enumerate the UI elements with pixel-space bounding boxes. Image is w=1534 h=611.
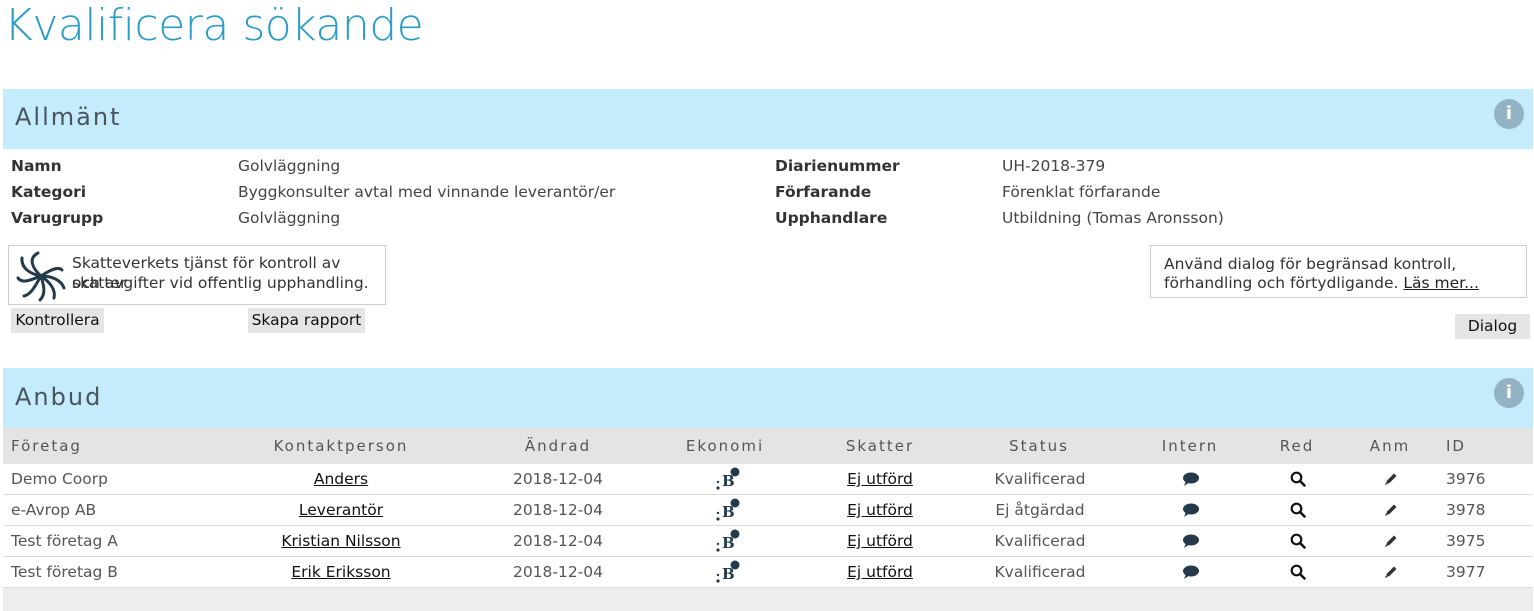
column-header-ekonomi[interactable]: Ekonomi — [686, 437, 764, 455]
andrad-cell: 2018-12-04 — [512, 532, 604, 550]
pencil-icon[interactable] — [1383, 471, 1399, 491]
kontaktperson-link[interactable]: Erik Eriksson — [291, 562, 390, 582]
pencil-icon[interactable] — [1383, 502, 1399, 522]
comment-icon[interactable] — [1182, 565, 1200, 584]
kontaktperson-link[interactable]: Anders — [314, 469, 368, 489]
foretag-cell: Demo Coorp — [11, 470, 108, 488]
las-mer-link[interactable]: Läs mer... — [1403, 274, 1479, 292]
kontaktperson-link[interactable]: Leverantör — [299, 500, 383, 520]
field-label-kategori: Kategori — [11, 183, 87, 201]
column-header-status[interactable]: Status — [1009, 437, 1069, 455]
field-value-kategori: Byggkonsulter avtal med vinnande leveran… — [238, 183, 616, 201]
pencil-icon[interactable] — [1383, 533, 1399, 553]
field-label-varugrupp: Varugrupp — [11, 209, 104, 227]
id-cell: 3978 — [1446, 501, 1486, 519]
foretag-cell: Test företag B — [11, 563, 118, 581]
info-icon[interactable]: i — [1494, 378, 1524, 408]
anbud-header: Anbud i — [3, 368, 1533, 428]
dialog-text-2: förhandling och förtydligande. — [1164, 274, 1399, 292]
info-icon[interactable]: i — [1494, 99, 1524, 129]
column-header-andrad[interactable]: Ändrad — [525, 437, 591, 455]
id-cell: 3977 — [1446, 563, 1486, 581]
field-value-upphandlare: Utbildning (Tomas Aronsson) — [1002, 209, 1224, 227]
bisnode-logo-icon[interactable]: B — [713, 498, 743, 526]
field-label-upphandlare: Upphandlare — [775, 209, 888, 227]
field-label-forfarande: Förfarande — [775, 183, 872, 201]
svg-text:B: B — [722, 565, 735, 583]
table-row: Test företag B Erik Eriksson 2018-12-04 … — [3, 557, 1533, 588]
field-label-diarienummer: Diarienummer — [775, 157, 900, 175]
pencil-icon[interactable] — [1383, 564, 1399, 584]
dialog-button[interactable]: Dialog — [1455, 314, 1530, 339]
andrad-cell: 2018-12-04 — [512, 563, 604, 581]
status-cell: Ej åtgärdad — [995, 501, 1085, 519]
comment-icon[interactable] — [1182, 534, 1200, 553]
search-icon[interactable] — [1290, 533, 1306, 553]
field-value-namn: Golvläggning — [238, 157, 341, 175]
table-row: Test företag A Kristian Nilsson 2018-12-… — [3, 526, 1533, 557]
kontrollera-button[interactable]: Kontrollera — [11, 308, 104, 333]
skatter-link[interactable]: Ej utförd — [847, 469, 913, 489]
svg-text:B: B — [722, 472, 735, 490]
column-header-skatter[interactable]: Skatter — [846, 437, 914, 455]
skatter-link[interactable]: Ej utförd — [847, 531, 913, 551]
search-icon[interactable] — [1290, 564, 1306, 584]
svg-text:B: B — [722, 503, 735, 521]
skatteverket-box: Skatteverkets tjänst för kontroll av ska… — [8, 245, 386, 305]
id-cell: 3975 — [1446, 532, 1486, 550]
bisnode-logo-icon[interactable]: B — [713, 467, 743, 495]
foretag-cell: e-Avrop AB — [11, 501, 97, 519]
page-title: Kvalificera sökande — [4, 0, 424, 51]
foretag-cell: Test företag A — [11, 532, 118, 550]
column-header-id[interactable]: ID — [1446, 437, 1466, 455]
allmant-header: Allmänt i — [3, 89, 1533, 149]
column-header-red[interactable]: Red — [1280, 437, 1315, 455]
id-cell: 3976 — [1446, 470, 1486, 488]
skapa-rapport-button[interactable]: Skapa rapport — [248, 308, 365, 333]
skatter-link[interactable]: Ej utförd — [847, 562, 913, 582]
anbud-title: Anbud — [15, 383, 103, 411]
comment-icon[interactable] — [1182, 472, 1200, 491]
column-header-kontaktperson[interactable]: Kontaktperson — [274, 437, 409, 455]
svg-text:B: B — [722, 534, 735, 552]
dialog-text-1: Använd dialog för begränsad kontroll, — [1164, 255, 1457, 273]
andrad-cell: 2018-12-04 — [512, 501, 604, 519]
field-value-diarienummer: UH-2018-379 — [1002, 157, 1106, 175]
status-cell: Kvalificerad — [994, 563, 1086, 581]
status-cell: Kvalificerad — [994, 532, 1086, 550]
andrad-cell: 2018-12-04 — [512, 470, 604, 488]
field-value-forfarande: Förenklat förfarande — [1002, 183, 1161, 201]
bisnode-logo-icon[interactable]: B — [713, 529, 743, 557]
search-icon[interactable] — [1290, 502, 1306, 522]
field-label-namn: Namn — [11, 157, 62, 175]
comment-icon[interactable] — [1182, 503, 1200, 522]
column-header-anm[interactable]: Anm — [1370, 437, 1410, 455]
skatter-link[interactable]: Ej utförd — [847, 500, 913, 520]
column-header-foretag[interactable]: Företag — [11, 437, 82, 455]
field-value-varugrupp: Golvläggning — [238, 209, 341, 227]
dialog-box: Använd dialog för begränsad kontroll, fö… — [1150, 245, 1527, 298]
bisnode-logo-icon[interactable]: B — [713, 560, 743, 588]
allmant-title: Allmänt — [15, 103, 122, 131]
table-row: e-Avrop AB Leverantör 2018-12-04 B Ej ut… — [3, 495, 1533, 526]
skatteverket-logo — [16, 251, 66, 302]
dialog-text-2-row: förhandling och förtydligande. Läs mer..… — [1164, 273, 1479, 293]
skatteverket-text-2: och avgifter vid offentlig upphandling. — [72, 274, 369, 292]
kontaktperson-link[interactable]: Kristian Nilsson — [281, 531, 400, 551]
search-icon[interactable] — [1290, 471, 1306, 491]
column-header-intern[interactable]: Intern — [1162, 437, 1218, 455]
status-cell: Kvalificerad — [994, 470, 1086, 488]
table-row: Demo Coorp Anders 2018-12-04 B Ej utförd… — [3, 464, 1533, 495]
table-header: Företag Kontaktperson Ändrad Ekonomi Ska… — [3, 428, 1533, 464]
